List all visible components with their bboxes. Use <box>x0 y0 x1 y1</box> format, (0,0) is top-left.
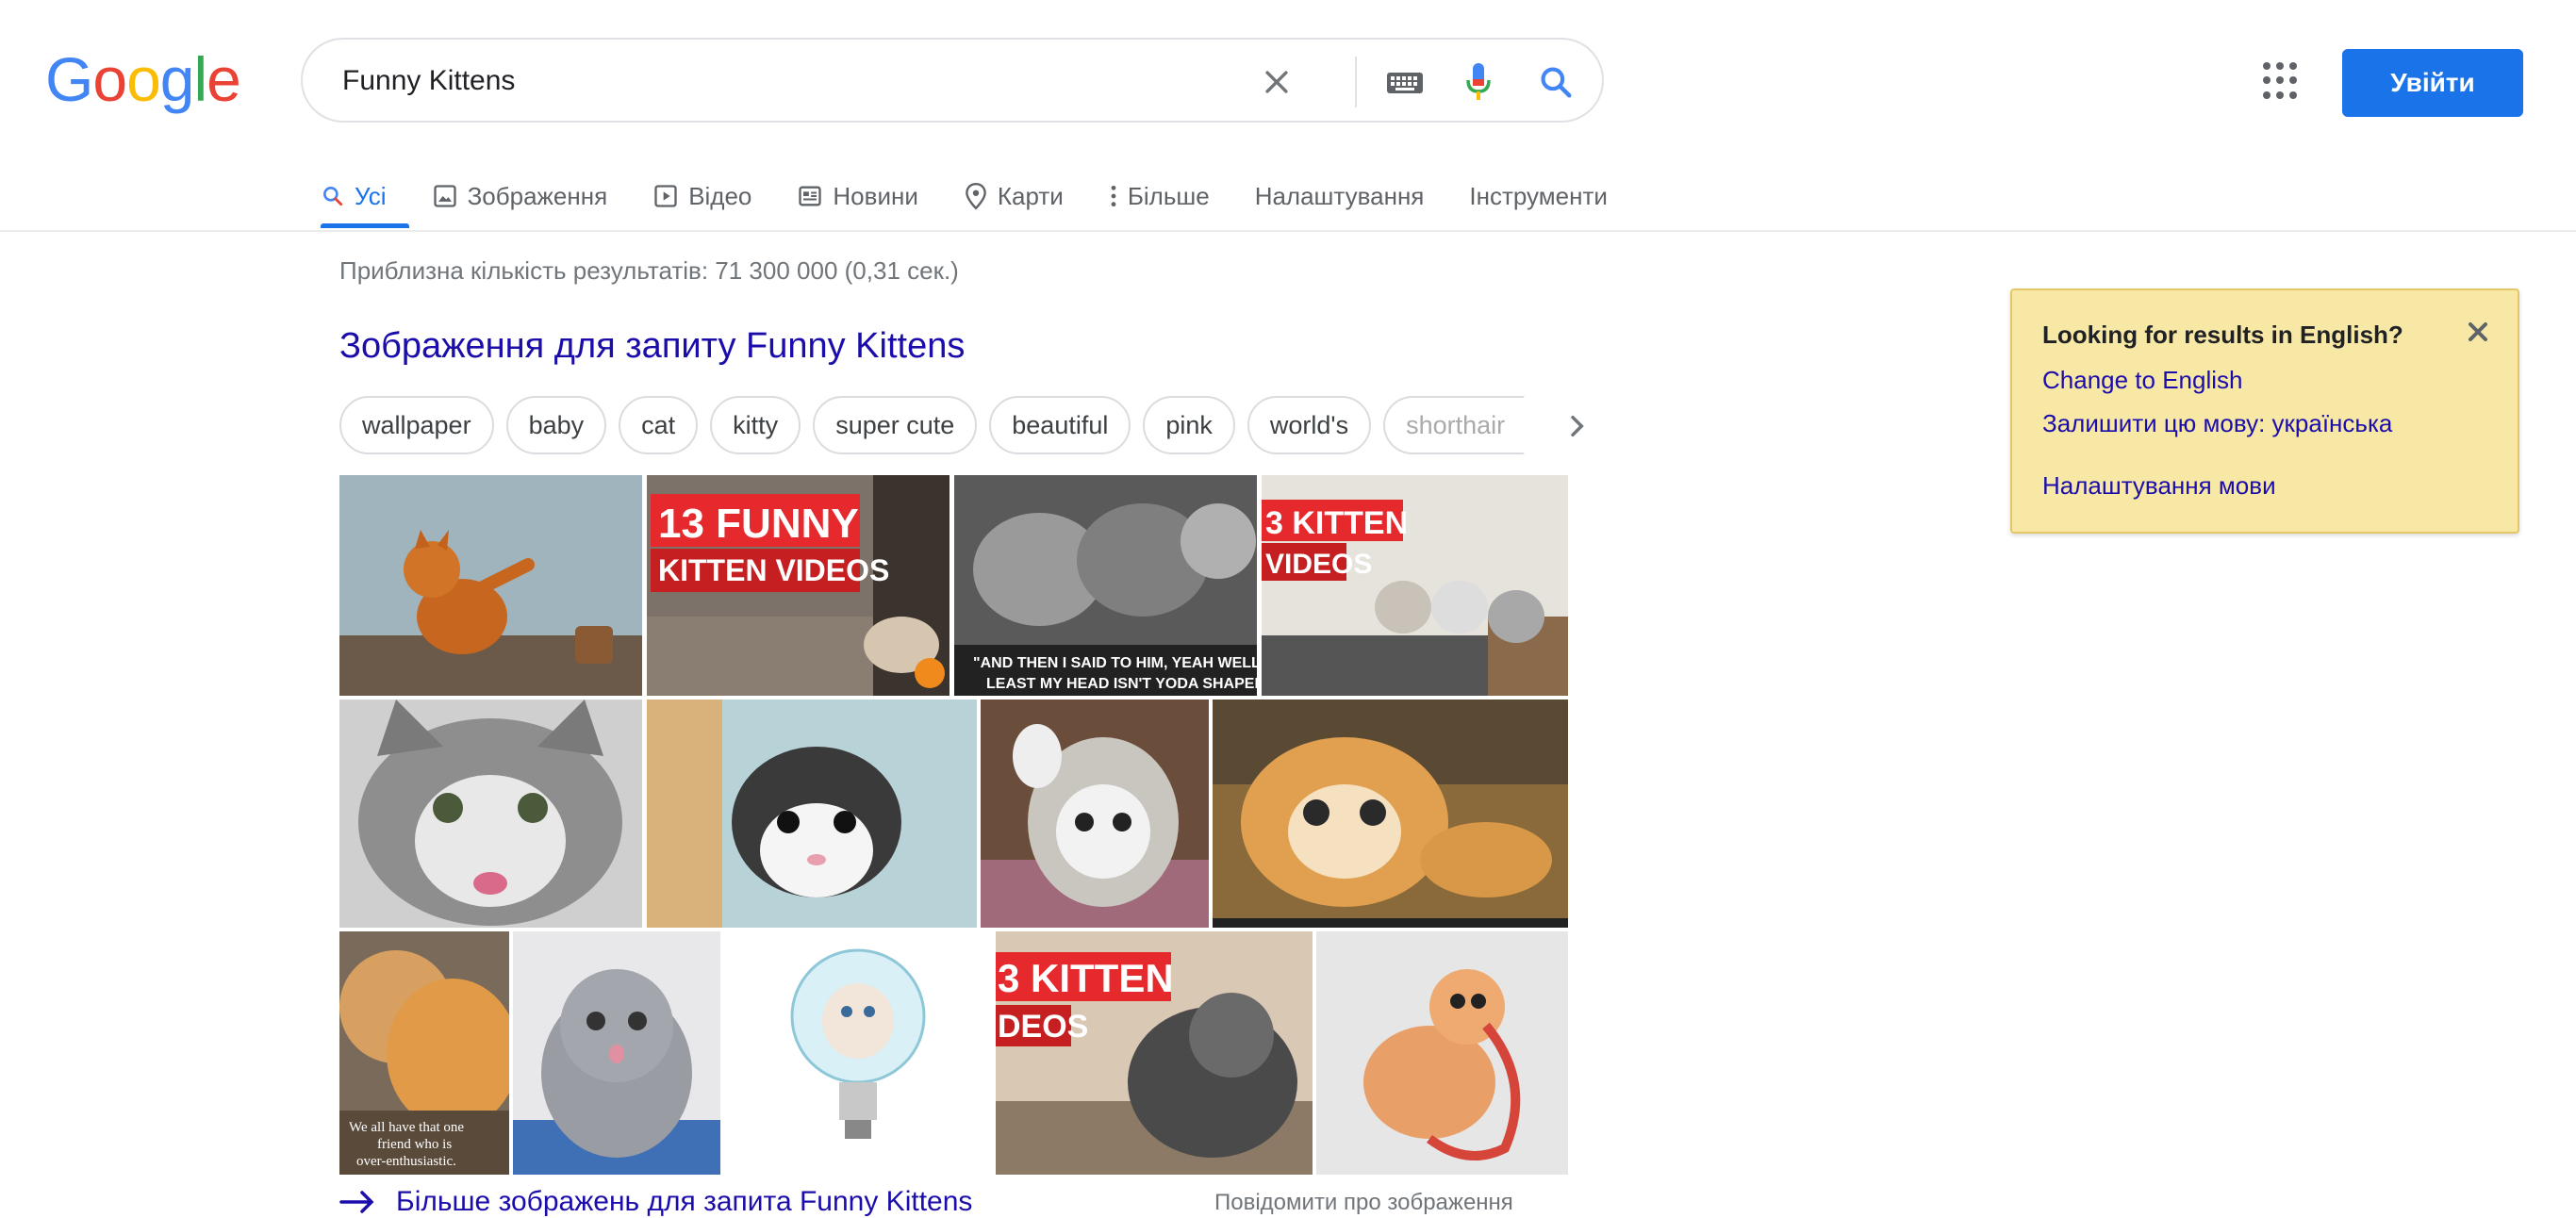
thumb-caption: 3 KITTEN <box>998 956 1174 1000</box>
tab-all[interactable]: Усі <box>321 166 408 228</box>
image-thumbnail[interactable] <box>1213 700 1568 928</box>
chip[interactable]: cat <box>619 396 699 454</box>
tab-more[interactable]: Більше <box>1109 166 1210 226</box>
image-thumbnail[interactable]: 3 KITTEN VIDEOS <box>1262 475 1568 696</box>
google-logo[interactable]: Google <box>45 44 241 114</box>
logo-letter: G <box>45 44 93 114</box>
thumb-caption: 3 KITTEN <box>1265 505 1408 541</box>
result-stats: Приблизна кількість результатів: 71 300 … <box>339 256 959 285</box>
chip[interactable]: baby <box>505 396 607 454</box>
logo-letter: o <box>92 44 127 114</box>
image-thumbnail[interactable] <box>981 700 1209 928</box>
more-vert-icon <box>1111 185 1116 207</box>
image-thumbnail[interactable] <box>724 931 992 1175</box>
image-thumbnail[interactable]: 13 FUNNY KITTEN VIDEOS <box>647 475 949 696</box>
change-to-english-link[interactable]: Change to English <box>2042 366 2242 395</box>
image-icon <box>433 185 456 207</box>
search-icon[interactable] <box>1534 60 1577 104</box>
tab-images[interactable]: Зображення <box>432 166 608 226</box>
tabs-divider <box>0 230 2576 232</box>
logo-letter: g <box>159 44 195 114</box>
search-tabs: Усі Зображення Відео Новини Карти Більше… <box>321 166 1653 228</box>
chip[interactable]: beautiful <box>989 396 1131 454</box>
mic-icon[interactable] <box>1457 60 1500 104</box>
search-box <box>301 38 1604 123</box>
map-pin-icon <box>966 182 986 210</box>
thumb-caption: friend who is <box>377 1137 452 1152</box>
thumb-caption: DEOS <box>998 1009 1088 1045</box>
search-icon <box>323 187 343 206</box>
image-thumbnail[interactable]: "AND THEN I SAID TO HIM, YEAH WELL, LEAST… <box>954 475 1257 696</box>
chip[interactable]: super cute <box>813 396 978 454</box>
search-input[interactable] <box>340 57 1287 106</box>
thumb-caption: over-enthusiastic. <box>356 1154 456 1169</box>
chevron-right-icon[interactable] <box>1561 411 1592 441</box>
language-suggestion: Looking for results in English? Change t… <box>2010 288 2519 534</box>
thumb-caption: KITTEN VIDEOS <box>658 553 889 587</box>
image-thumbnail[interactable] <box>513 931 720 1175</box>
chip[interactable]: world's <box>1247 396 1372 454</box>
search-divider <box>1355 57 1357 107</box>
images-section-title[interactable]: Зображення для запиту Funny Kittens <box>339 326 965 367</box>
image-thumbnail[interactable] <box>339 475 642 696</box>
keep-language-link[interactable]: Залишити цю мову: українська <box>2042 409 2392 438</box>
clear-icon[interactable] <box>1255 60 1298 104</box>
more-images-label: Більше зображень для запита Funny Kitten… <box>396 1186 973 1217</box>
tab-label: Більше <box>1127 181 1210 210</box>
tab-video[interactable]: Відео <box>652 166 751 226</box>
thumb-caption: We all have that one <box>349 1120 464 1135</box>
tab-label: Карти <box>997 181 1064 210</box>
thumb-caption: LEAST MY HEAD ISN'T YODA SHAPED" <box>986 676 1257 692</box>
thumb-caption: 13 FUNNY <box>658 501 859 547</box>
tab-news[interactable]: Новини <box>797 166 918 226</box>
logo-letter: l <box>193 44 208 114</box>
news-icon <box>799 186 822 206</box>
language-question: Looking for results in English? <box>2042 321 2403 349</box>
refinement-chips: wallpaper baby cat kitty super cute beau… <box>339 396 1537 454</box>
tab-label: Відео <box>688 181 752 210</box>
tab-label: Інструменти <box>1469 181 1608 210</box>
keyboard-icon[interactable] <box>1383 60 1427 104</box>
chip[interactable]: pink <box>1143 396 1235 454</box>
tab-tools[interactable]: Інструменти <box>1469 166 1608 226</box>
tab-label: Зображення <box>467 181 608 210</box>
more-images-link[interactable]: Більше зображень для запита Funny Kitten… <box>339 1186 972 1218</box>
chip[interactable]: wallpaper <box>339 396 494 454</box>
thumb-caption: "AND THEN I SAID TO HIM, YEAH WELL, <box>973 655 1257 671</box>
image-thumbnail[interactable] <box>1316 931 1568 1175</box>
logo-letter: o <box>126 44 161 114</box>
close-icon[interactable] <box>2463 317 2493 347</box>
tab-label: Налаштування <box>1254 181 1425 210</box>
image-thumbnail[interactable] <box>647 700 977 928</box>
image-thumbnail[interactable]: We all have that one friend who is over-en… <box>339 931 509 1175</box>
tab-label: Новини <box>833 181 918 210</box>
tab-label: Усі <box>355 181 387 210</box>
language-settings-link[interactable]: Налаштування мови <box>2042 471 2276 501</box>
apps-grid-icon[interactable] <box>2263 62 2301 100</box>
tab-settings[interactable]: Налаштування <box>1255 166 1425 226</box>
chip[interactable]: kitty <box>710 396 801 454</box>
chip[interactable]: shorthair <box>1383 396 1526 454</box>
image-thumbnail[interactable] <box>339 700 642 928</box>
thumb-caption: VIDEOS <box>1265 549 1372 580</box>
logo-letter: e <box>206 44 241 114</box>
video-icon <box>654 185 677 207</box>
signin-button[interactable]: Увійти <box>2342 49 2523 117</box>
image-thumbnail[interactable]: 3 KITTEN DEOS <box>996 931 1313 1175</box>
tab-maps[interactable]: Карти <box>964 166 1064 226</box>
